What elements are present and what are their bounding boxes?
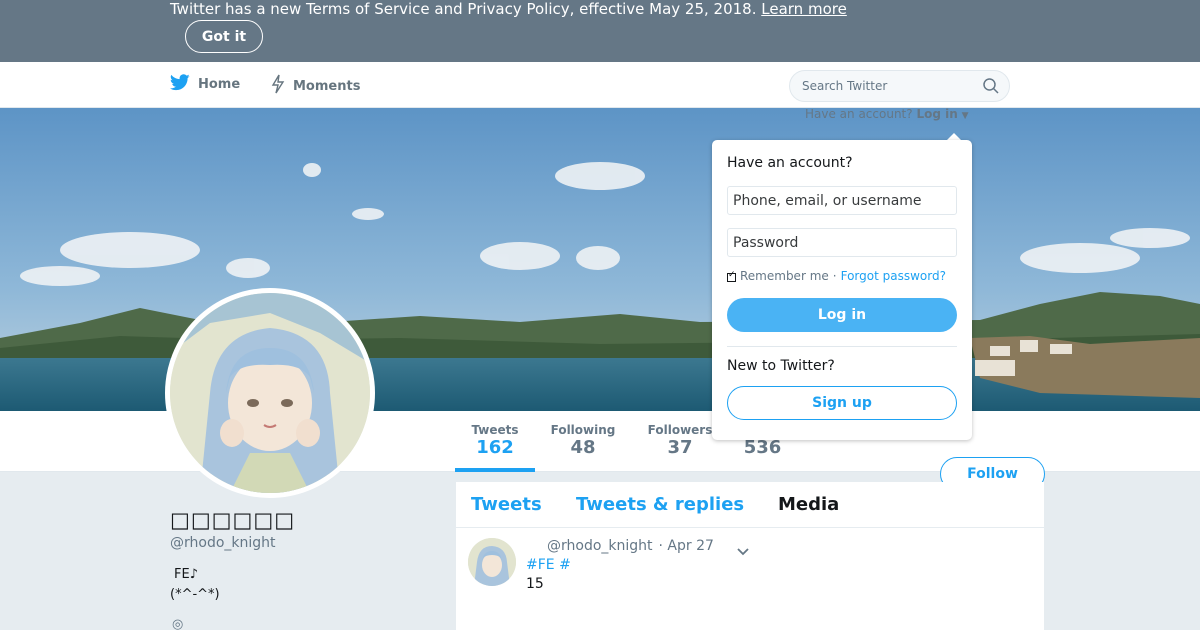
tab-tweets[interactable]: Tweets [471,494,542,515]
dropdown-title: Have an account? [727,155,853,171]
caret-down-icon[interactable]: ▼ [962,111,969,121]
terms-notice-banner: Twitter has a new Terms of Service and P… [0,0,1200,62]
profile-name: □□□□□□ [170,508,296,532]
top-navigation: Home Moments [0,62,1200,108]
signup-button[interactable]: Sign up [727,386,957,420]
active-stat-underline [455,468,535,472]
tab-media[interactable]: Media [778,494,839,515]
tweet-item[interactable]: @rhodo_knight · Apr 27 #FE # 15 [456,528,1044,630]
timeline-tabs: Tweets Tweets & replies Media [456,482,1044,528]
new-to-twitter-prompt: New to Twitter? [727,358,835,374]
login-toggle[interactable]: Log in [916,107,957,121]
stat-followers[interactable]: Followers 37 [644,423,716,459]
tweet-hashtags[interactable]: #FE # [526,557,571,573]
login-button[interactable]: Log in [727,298,957,332]
notice-text: Twitter has a new Terms of Service and P… [170,0,757,18]
divider [727,346,957,347]
stat-value: 37 [667,437,693,458]
remember-row: Remember me · Forgot password? [727,269,946,283]
lightning-icon [271,74,285,98]
stat-value: 162 [476,437,514,458]
stat-label: Tweets [471,423,519,437]
forgot-password-link[interactable]: Forgot password? [841,269,946,283]
stat-label: Following [550,423,616,437]
search-box [789,70,1010,102]
learn-more-link[interactable]: Learn more [761,0,847,18]
have-account-prompt: Have an account? [805,107,913,121]
remember-checkbox[interactable] [727,270,736,282]
timeline: Tweets Tweets & replies Media @rhodo_kni… [456,482,1044,630]
stat-value: 48 [570,437,596,458]
separator-dot: · [832,269,837,283]
nav-moments-label: Moments [293,78,361,94]
chevron-down-icon[interactable] [736,542,750,561]
twitter-bird-icon [169,74,190,95]
tweet-handle[interactable]: @rhodo_knight [547,538,653,554]
username-field[interactable] [727,186,957,215]
profile-avatar[interactable] [165,288,375,498]
tweet-date[interactable]: · Apr 27 [659,538,714,554]
search-icon[interactable] [983,78,999,98]
stat-value: 536 [743,437,782,458]
login-dropdown: Have an account? Remember me · Forgot pa… [712,140,972,440]
stat-following[interactable]: Following 48 [545,423,621,459]
profile-handle[interactable]: @rhodo_knight [170,535,276,551]
notice-message: Twitter has a new Terms of Service and P… [170,0,847,18]
tweet-text: 15 [526,576,544,592]
nav-home[interactable]: Home [169,74,241,95]
password-field[interactable] [727,228,957,257]
dropdown-caret [947,133,961,140]
search-input[interactable] [802,71,972,101]
nav-home-label: Home [198,77,241,92]
profile-bio-line: FE♪ [174,567,198,582]
nav-moments[interactable]: Moments [271,74,360,98]
got-it-button[interactable]: Got it [185,20,263,53]
stat-label: Followers [647,423,713,437]
tab-tweets-replies[interactable]: Tweets & replies [576,494,744,515]
tweet-meta: @rhodo_knight · Apr 27 [547,538,714,554]
tweet-avatar[interactable] [468,538,516,586]
have-account-bar: Have an account? Log in ▼ [805,107,969,121]
remember-label[interactable]: Remember me [740,269,829,283]
profile-bio-line: ◎ [172,617,184,630]
profile-bio-line: (*^-^*) [170,587,220,602]
stat-tweets[interactable]: Tweets 162 [455,423,535,459]
